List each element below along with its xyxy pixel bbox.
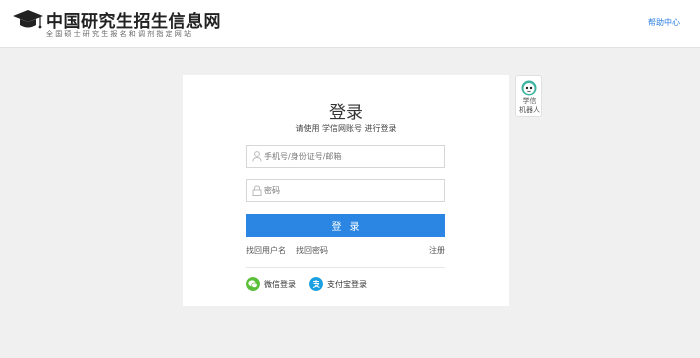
lock-icon [252, 185, 262, 196]
robot-label-line1: 学信 [522, 97, 537, 105]
alipay-icon [309, 277, 323, 291]
find-username-link[interactable]: 找回用户名 [246, 245, 286, 256]
logo-subtitle: 全国硕士研究生报名和调剂指定网站 [46, 30, 194, 38]
username-field[interactable] [246, 145, 445, 168]
login-subtitle: 请使用 学信网账号 进行登录 [295, 124, 397, 133]
wechat-login-label: 微信登录 [264, 280, 296, 289]
password-field[interactable] [246, 179, 445, 202]
site-logo[interactable]: 中国研究生招生信息网 全国硕士研究生报名和调剂指定网站 [12, 7, 222, 41]
divider [246, 267, 445, 268]
robot-label: 学信 机器人 [516, 97, 543, 115]
help-center-link[interactable]: 帮助中心 [648, 17, 680, 28]
username-input[interactable] [264, 148, 440, 165]
find-password-link[interactable]: 找回密码 [296, 245, 328, 256]
user-icon [252, 151, 262, 162]
alipay-login-label: 支付宝登录 [327, 280, 367, 289]
graduation-cap-icon [13, 10, 43, 29]
robot-label-line2: 机器人 [519, 106, 540, 114]
robot-icon [521, 80, 537, 96]
login-card: 登录 请使用 学信网账号 进行登录 登录 找回用户名 找回密码 注册 微信登录 [183, 75, 509, 306]
header: 中国研究生招生信息网 全国硕士研究生报名和调剂指定网站 帮助中心 [0, 0, 700, 48]
login-button[interactable]: 登录 [246, 214, 445, 237]
register-link[interactable]: 注册 [429, 245, 445, 256]
wechat-icon [246, 277, 260, 291]
password-input[interactable] [264, 182, 440, 199]
login-title: 登录 [329, 103, 363, 123]
robot-assistant-button[interactable]: 学信 机器人 [515, 75, 542, 117]
